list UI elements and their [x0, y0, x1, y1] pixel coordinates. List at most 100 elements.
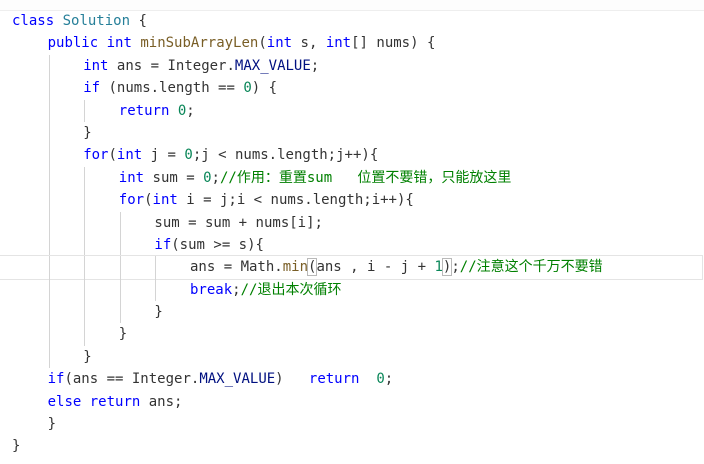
- code-line[interactable]: for(int j = 0;j < nums.length;j++){: [12, 144, 702, 167]
- code-line[interactable]: int ans = Integer.MAX_VALUE;: [12, 54, 702, 78]
- indent-guide: [84, 99, 86, 122]
- code-token: ans = Integer.: [108, 57, 235, 74]
- code-line[interactable]: if(sum >= s){: [12, 233, 702, 257]
- code-token: (ans == Integer.: [64, 371, 200, 388]
- code-token: sum = sum + nums[i];: [154, 214, 323, 231]
- code-token: }: [154, 304, 163, 321]
- code-token: MAX_VALUE: [199, 371, 276, 388]
- code-token: ans = Math.: [190, 259, 283, 276]
- indent-guide: [48, 189, 50, 212]
- code-token: (: [108, 147, 117, 164]
- indent-guide: [84, 233, 86, 257]
- indent-guide: [48, 144, 50, 167]
- code-token: ;: [451, 259, 460, 276]
- code-token: }: [83, 348, 92, 365]
- code-line[interactable]: }: [12, 301, 702, 324]
- code-line[interactable]: }: [12, 435, 702, 457]
- code-token: 0: [184, 147, 193, 164]
- indent-guide: [84, 301, 86, 324]
- code-token: s,: [292, 35, 326, 52]
- code-token: public: [47, 35, 99, 52]
- code-line[interactable]: else return ans;: [12, 391, 702, 413]
- code-token: ;: [211, 169, 220, 186]
- code-token: (nums.length ==: [100, 80, 244, 97]
- code-area[interactable]: class Solution {public int minSubArrayLe…: [0, 10, 703, 458]
- code-comment: //退出本次循环: [240, 281, 342, 298]
- code-token: return: [89, 393, 141, 410]
- code-token: 0: [376, 371, 385, 388]
- code-line[interactable]: if(ans == Integer.MAX_VALUE) return 0;: [12, 368, 702, 390]
- code-token: }: [83, 124, 92, 141]
- indent-guide: [48, 233, 50, 257]
- code-editor[interactable]: class Solution {public int minSubArrayLe…: [0, 0, 704, 464]
- indent-guide: [84, 323, 86, 346]
- code-comment: //作用：重置sum 位置不要错，只能放这里: [219, 169, 512, 186]
- code-token: else: [47, 393, 82, 410]
- code-token: if: [47, 371, 65, 388]
- indent-guide: [48, 211, 50, 234]
- code-comment: //注意这个千万不要错: [459, 259, 603, 276]
- code-token: int: [106, 35, 132, 52]
- code-line[interactable]: }: [12, 121, 702, 145]
- code-token: 1: [434, 259, 443, 276]
- code-token: int: [266, 35, 293, 52]
- indent-guide: [48, 301, 50, 324]
- indent-guide: [119, 278, 121, 302]
- code-token: ) {: [251, 80, 278, 97]
- code-token: ;: [232, 281, 241, 298]
- indent-guide: [48, 166, 50, 190]
- code-token: (: [258, 35, 267, 52]
- code-token: }: [118, 326, 128, 343]
- indent-guide: [119, 211, 121, 234]
- code-token: (: [144, 192, 153, 209]
- code-token: Solution: [62, 13, 131, 29]
- code-line[interactable]: public int minSubArrayLen(int s, int[] n…: [12, 32, 702, 54]
- code-token: for: [118, 192, 145, 209]
- indent-guide: [155, 278, 157, 302]
- code-line[interactable]: break;//退出本次循环: [12, 278, 702, 302]
- code-token: int: [325, 35, 352, 52]
- code-token: class: [12, 13, 55, 29]
- indent-guide: [84, 256, 86, 279]
- indent-guide: [119, 301, 121, 324]
- code-token: int: [152, 192, 178, 209]
- code-token: break: [190, 281, 233, 298]
- code-token: if: [154, 236, 172, 253]
- indent-guide: [84, 189, 86, 212]
- indent-guide: [48, 99, 50, 122]
- code-token: ans , i - j +: [316, 259, 435, 276]
- indent-guide: [48, 323, 50, 346]
- code-token: ;: [384, 371, 394, 388]
- code-token: j =: [142, 147, 185, 164]
- code-token: ans;: [140, 393, 183, 410]
- code-token: if: [83, 80, 101, 97]
- indent-guide: [84, 166, 86, 190]
- code-line[interactable]: int sum = 0;//作用：重置sum 位置不要错，只能放这里: [12, 166, 702, 190]
- indent-guide: [119, 233, 121, 257]
- code-line[interactable]: sum = sum + nums[i];: [12, 211, 702, 234]
- code-token: 0: [177, 102, 187, 119]
- code-token: (sum >= s){: [171, 236, 264, 253]
- code-token: ;: [310, 57, 320, 74]
- code-token: int: [83, 57, 109, 74]
- code-line[interactable]: if (nums.length == 0) {: [12, 77, 702, 100]
- code-token: MAX_VALUE: [234, 57, 311, 74]
- code-line[interactable]: }: [12, 345, 702, 369]
- indent-guide: [48, 345, 50, 369]
- code-token: min: [282, 259, 309, 276]
- code-token: int: [116, 147, 143, 164]
- code-token: {: [130, 13, 147, 29]
- indent-guide: [84, 278, 86, 302]
- code-line[interactable]: return 0;: [12, 99, 702, 122]
- code-token: i = j;i < nums.length;i++){: [177, 192, 414, 209]
- code-line[interactable]: ans = Math.min(ans , i - j + 1);//注意这个千万…: [0, 255, 703, 280]
- code-line[interactable]: }: [12, 413, 702, 435]
- code-line[interactable]: class Solution {: [12, 10, 702, 32]
- code-line[interactable]: }: [12, 323, 702, 346]
- code-token: }: [12, 438, 21, 455]
- code-line[interactable]: for(int i = j;i < nums.length;i++){: [12, 189, 702, 212]
